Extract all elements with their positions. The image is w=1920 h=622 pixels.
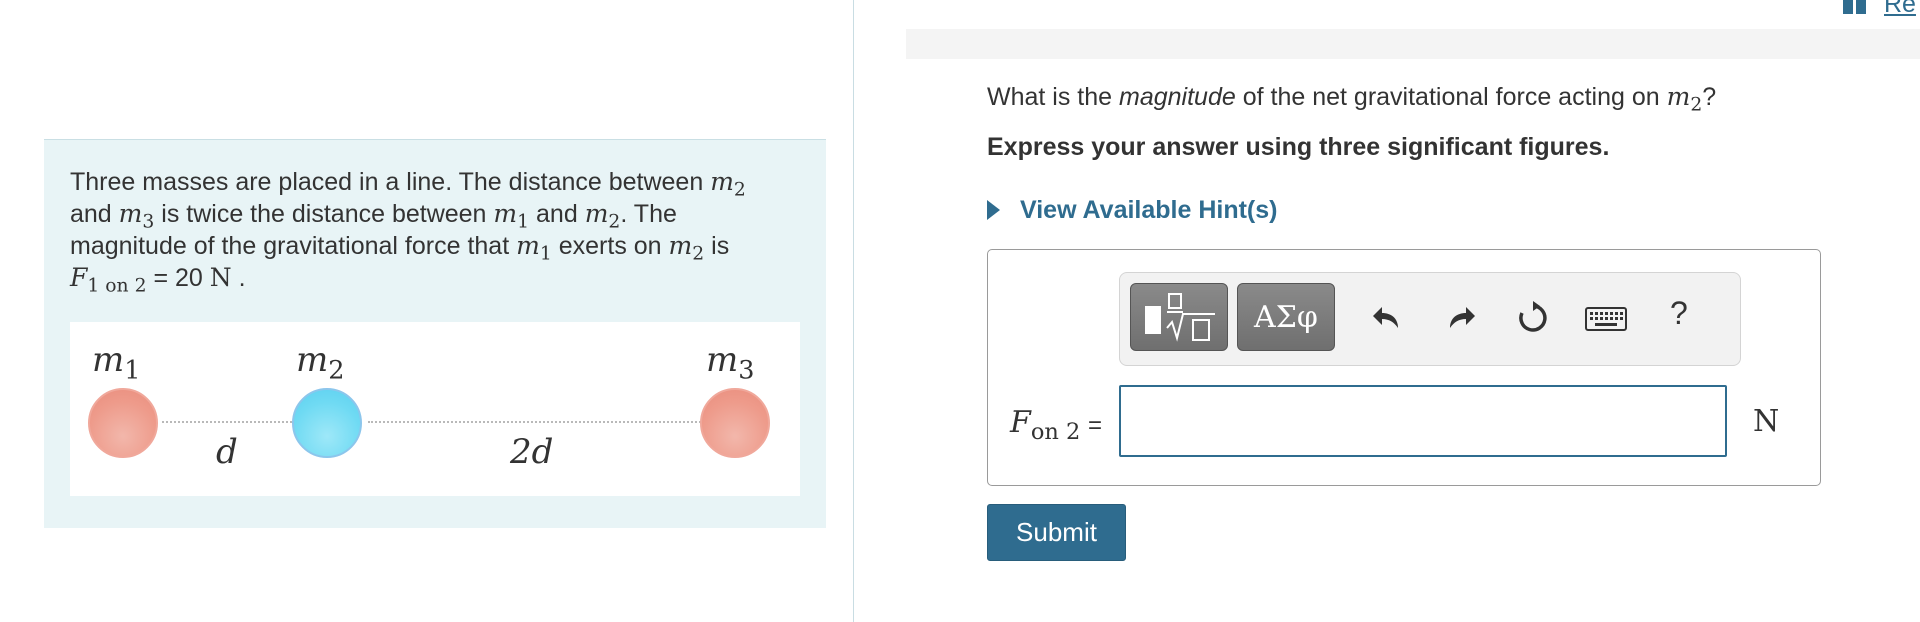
question-text: What is the magnitude of the net gravita… <box>987 82 1717 116</box>
math-toolbar: ΑΣφ ? <box>1119 272 1741 366</box>
answer-input[interactable] <box>1119 385 1727 457</box>
fraction-sqrt-icon <box>1145 293 1215 342</box>
m1-label: m1 <box>92 340 141 386</box>
answer-unit: N <box>1753 404 1780 439</box>
problem-panel: Three masses are placed in a line. The d… <box>44 139 826 528</box>
caret-right-icon <box>987 200 1000 220</box>
answer-variable-label: Fon 2 <box>1010 405 1081 445</box>
var-m1: m1 <box>493 199 530 233</box>
question-emphasis: magnitude <box>1119 83 1236 111</box>
m2-label: m2 <box>296 340 345 386</box>
help-button[interactable]: ? <box>1670 295 1688 332</box>
var-m2c: m2 <box>668 231 705 265</box>
redo-icon[interactable] <box>1444 301 1478 335</box>
equals-sign: = <box>1088 412 1103 439</box>
var-m1b: m1 <box>516 231 552 265</box>
undo-icon[interactable] <box>1370 301 1404 335</box>
reset-icon[interactable] <box>1516 301 1550 335</box>
problem-text-6: is <box>711 232 730 260</box>
force-value: = 20 <box>153 264 203 292</box>
view-hints-toggle[interactable]: View Available Hint(s) <box>987 193 1277 227</box>
symbols-label: ΑΣφ <box>1254 299 1318 335</box>
dotted-line-d <box>162 421 296 423</box>
keyboard-icon[interactable] <box>1584 301 1628 335</box>
pane-divider <box>853 0 854 622</box>
mass-m2 <box>292 388 362 458</box>
problem-text-2: is twice the distance between <box>161 200 487 228</box>
mass-m1 <box>88 388 158 458</box>
m3-label: m3 <box>706 340 755 386</box>
distance-2d-label: 2d <box>510 432 554 472</box>
question-var: m2 <box>1666 82 1703 116</box>
force-unit: N <box>209 263 232 292</box>
symbols-button[interactable]: ΑΣφ <box>1237 283 1335 351</box>
var-m2: m2 <box>710 167 746 201</box>
var-m2b: m2 <box>584 199 621 233</box>
distance-d-label: d <box>216 432 238 472</box>
problem-text-4: magnitude of the gravitational force tha… <box>70 232 510 260</box>
answer-box: ΑΣφ ? Fon 2 = N <box>987 249 1821 486</box>
hint-label: View Available Hint(s) <box>1020 195 1278 224</box>
problem-text-3: . The <box>620 200 677 228</box>
problem-text-5: exerts on <box>558 232 662 260</box>
instructions: Express your answer using three signific… <box>987 133 1610 161</box>
review-icon[interactable] <box>1843 0 1867 14</box>
problem-text-1: Three masses are placed in a line. The d… <box>70 168 704 196</box>
review-link[interactable]: Re <box>1884 0 1916 19</box>
problem-text-and: and <box>70 200 112 228</box>
var-F12: F1 on 2 <box>70 263 147 297</box>
problem-statement: Three masses are placed in a line. The d… <box>70 167 746 297</box>
problem-text-and2: and <box>536 200 578 228</box>
header-strip <box>906 29 1920 59</box>
submit-button[interactable]: Submit <box>987 504 1126 561</box>
templates-button[interactable] <box>1130 283 1228 351</box>
masses-diagram: m1 m2 m3 d 2d <box>70 322 800 496</box>
dotted-line-2d <box>368 421 704 423</box>
var-m3: m3 <box>118 199 155 233</box>
mass-m3 <box>700 388 770 458</box>
